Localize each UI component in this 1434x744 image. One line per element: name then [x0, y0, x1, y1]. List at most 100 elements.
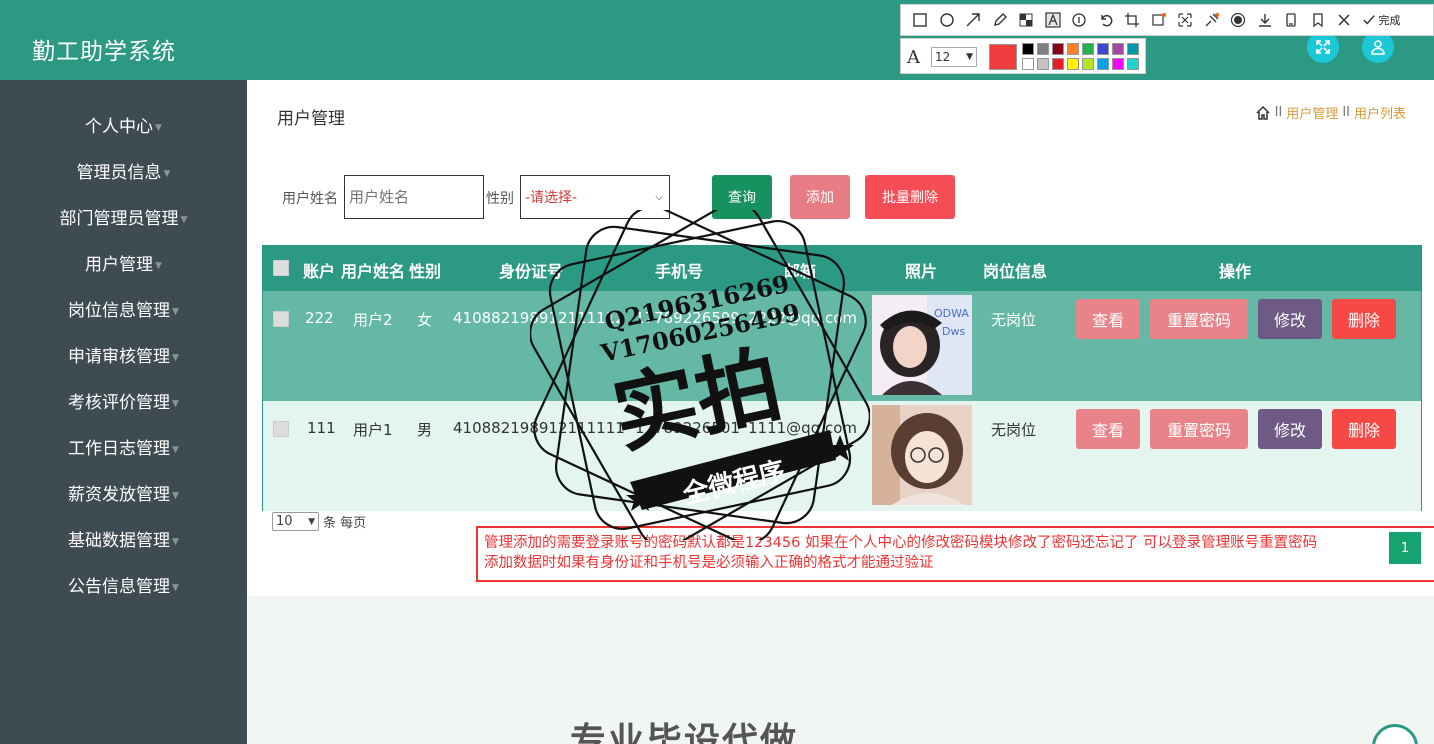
sidebar-item-label: 用户管理 — [85, 255, 154, 275]
app-title: 勤工助学系统 — [32, 39, 176, 65]
sidebar-item[interactable]: 用户管理 ▼ — [0, 250, 247, 275]
arrow-icon[interactable] — [960, 9, 987, 31]
row-checkbox[interactable] — [273, 421, 289, 437]
snip-properties-panel: A 12 ▼ — [900, 38, 1146, 74]
text-icon[interactable] — [1040, 9, 1067, 31]
crop-icon[interactable] — [1119, 9, 1146, 31]
sidebar-item[interactable]: 公告信息管理 ▼ — [0, 572, 247, 597]
reset-password-button[interactable]: 重置密码 — [1150, 299, 1248, 339]
col-id-number: 身份证号 — [499, 262, 564, 281]
page-number-button[interactable]: 1 — [1389, 532, 1421, 564]
bookmark-icon[interactable] — [1305, 9, 1332, 31]
cell-id-number: 410882198912111112 — [453, 309, 625, 327]
color-swatch[interactable] — [1127, 58, 1139, 70]
color-swatch[interactable] — [1127, 43, 1139, 55]
done-button[interactable]: 完成 — [1362, 12, 1401, 28]
color-swatch[interactable] — [1052, 58, 1064, 70]
svg-text:Dws: Dws — [942, 325, 965, 338]
delete-button[interactable]: 删除 — [1332, 409, 1396, 449]
user-photo[interactable]: ODWA Dws — [872, 295, 972, 395]
edit-button[interactable]: 修改 — [1258, 409, 1322, 449]
view-button[interactable]: 查看 — [1076, 409, 1140, 449]
pin-icon[interactable] — [1199, 9, 1226, 31]
save-icon[interactable] — [1278, 9, 1305, 31]
color-swatch[interactable] — [1082, 43, 1094, 55]
batch-delete-button[interactable]: 批量删除 — [865, 175, 955, 219]
record-icon[interactable] — [1225, 9, 1252, 31]
page-size-select[interactable]: 10 ▼ — [272, 512, 319, 531]
sidebar: 个人中心 ▼ 管理员信息 ▼ 部门管理员管理 ▼ 用户管理 ▼ 岗位信息管理 ▼ 申请审核管理 ▼ 考核… — [0, 80, 247, 744]
color-swatch[interactable] — [1022, 58, 1034, 70]
sidebar-item[interactable]: 部门管理员管理 ▼ — [0, 204, 247, 229]
cell-gender: 男 — [417, 421, 433, 439]
name-search-input[interactable] — [344, 175, 484, 219]
breadcrumb: II 用户管理 II 用户列表 — [1255, 103, 1406, 122]
color-swatch[interactable] — [1112, 43, 1124, 55]
sidebar-item-label: 公告信息管理 — [68, 577, 171, 597]
undo-icon[interactable] — [1093, 9, 1120, 31]
color-swatch[interactable] — [1037, 58, 1049, 70]
current-color-swatch[interactable] — [989, 44, 1017, 70]
home-icon[interactable] — [1255, 105, 1271, 121]
select-all-checkbox[interactable] — [273, 260, 289, 276]
scroll-top-button[interactable] — [1372, 724, 1418, 744]
sidebar-item[interactable]: 考核评价管理 ▼ — [0, 388, 247, 413]
table-row: 222 用户2 女 410882198912111112 17789226599… — [263, 291, 1421, 401]
delete-button[interactable]: 删除 — [1332, 299, 1396, 339]
color-swatch[interactable] — [1067, 58, 1079, 70]
svg-text:ODWA: ODWA — [934, 307, 969, 320]
edit-button[interactable]: 修改 — [1258, 299, 1322, 339]
close-icon[interactable] — [1331, 9, 1358, 31]
cell-account: 111 — [307, 419, 336, 437]
cell-phone: 17789226599 — [635, 309, 740, 327]
color-swatch[interactable] — [1067, 43, 1079, 55]
color-swatch[interactable] — [1097, 43, 1109, 55]
font-size-select[interactable]: 12 ▼ — [931, 47, 977, 67]
reset-password-button[interactable]: 重置密码 — [1150, 409, 1248, 449]
gender-select-value: -请选择- — [525, 190, 578, 206]
breadcrumb-item-user-list[interactable]: 用户列表 — [1354, 103, 1406, 122]
view-button[interactable]: 查看 — [1076, 299, 1140, 339]
rectangle-icon[interactable] — [907, 9, 934, 31]
cell-email: 2222@qq.com — [748, 309, 858, 327]
sidebar-item[interactable]: 薪资发放管理 ▼ — [0, 480, 247, 505]
cell-account: 222 — [305, 309, 334, 327]
color-swatch[interactable] — [1112, 58, 1124, 70]
download-icon[interactable] — [1252, 9, 1279, 31]
caret-down-icon: ▼ — [172, 399, 179, 409]
col-photo: 照片 — [905, 262, 938, 281]
sidebar-item[interactable]: 工作日志管理 ▼ — [0, 434, 247, 459]
pencil-icon[interactable] — [987, 9, 1014, 31]
sidebar-item[interactable]: 基础数据管理 ▼ — [0, 526, 247, 551]
color-swatch[interactable] — [1082, 58, 1094, 70]
col-name: 用户姓名 — [341, 262, 406, 281]
sidebar-item-label: 工作日志管理 — [68, 439, 171, 459]
color-swatch[interactable] — [1037, 43, 1049, 55]
ellipse-icon[interactable] — [934, 9, 961, 31]
color-swatch[interactable] — [1022, 43, 1034, 55]
translate-icon[interactable] — [1172, 9, 1199, 31]
row-checkbox[interactable] — [273, 311, 289, 327]
ocr-icon[interactable] — [1146, 9, 1173, 31]
mosaic-icon[interactable] — [1013, 9, 1040, 31]
sidebar-item[interactable]: 管理员信息 ▼ — [0, 158, 247, 183]
check-icon — [1362, 15, 1375, 25]
gender-select[interactable]: -请选择- ⌵ — [520, 175, 670, 219]
number-icon[interactable] — [1066, 9, 1093, 31]
caret-down-icon: ▼ — [172, 491, 179, 501]
color-swatch[interactable] — [1052, 43, 1064, 55]
done-label: 完成 — [1378, 14, 1401, 27]
sidebar-item[interactable]: 个人中心 ▼ — [0, 112, 247, 137]
cell-job: 无岗位 — [991, 311, 1037, 329]
user-photo[interactable] — [872, 405, 972, 505]
page-size-value: 10 — [276, 514, 293, 529]
query-button[interactable]: 查询 — [712, 175, 772, 219]
col-job: 岗位信息 — [983, 262, 1048, 281]
table-header: 账户 用户姓名 性别 身份证号 手机号 邮箱 照片 岗位信息 操作 — [263, 246, 1421, 291]
sidebar-item[interactable]: 岗位信息管理 ▼ — [0, 296, 247, 321]
caret-down-icon: ▼ — [180, 215, 188, 225]
color-swatch[interactable] — [1097, 58, 1109, 70]
sidebar-item[interactable]: 申请审核管理 ▼ — [0, 342, 247, 367]
add-button[interactable]: 添加 — [790, 175, 850, 219]
breadcrumb-item-user-management[interactable]: 用户管理 — [1286, 103, 1338, 122]
